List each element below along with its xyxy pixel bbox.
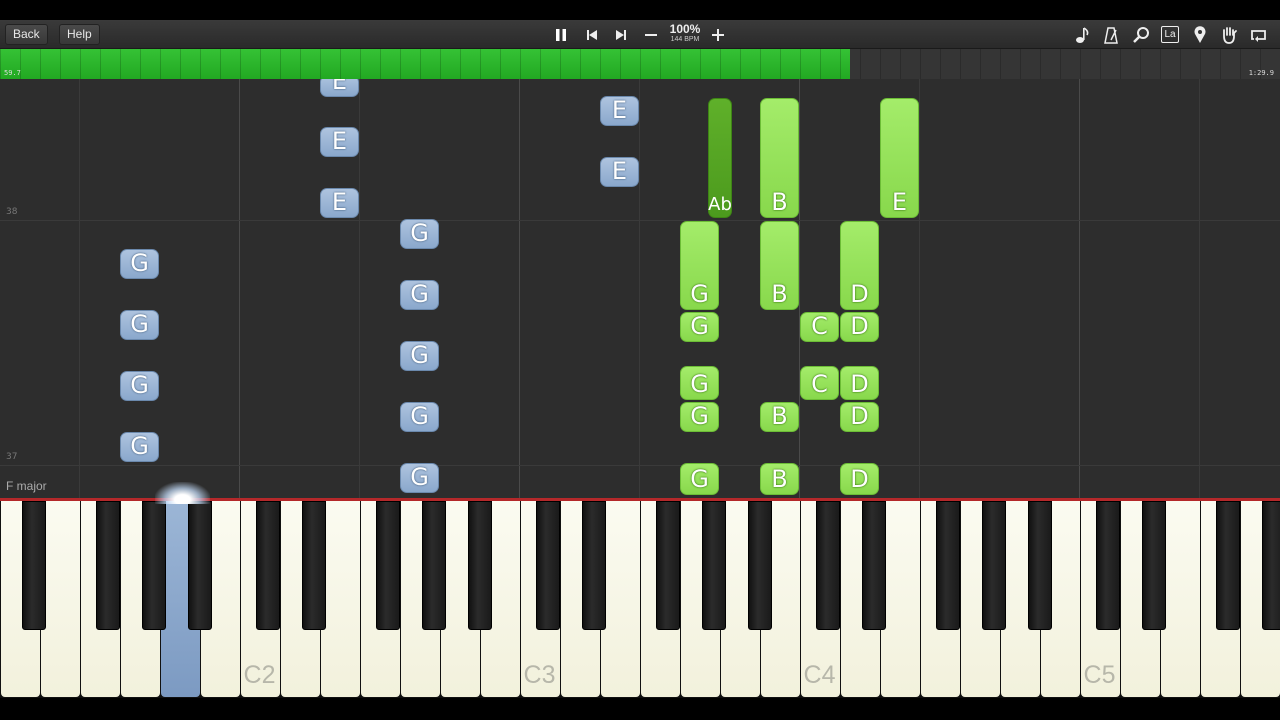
note-green: C bbox=[800, 312, 839, 342]
note-green: B bbox=[760, 463, 799, 495]
plus-icon[interactable] bbox=[707, 24, 729, 45]
note-green: G bbox=[680, 366, 719, 400]
tempo-percent: 100% bbox=[669, 22, 701, 36]
black-key[interactable] bbox=[1142, 501, 1166, 630]
black-key[interactable] bbox=[748, 501, 772, 630]
progress-bar[interactable]: 59.7 1:29.9 bbox=[0, 49, 1280, 79]
note-green: G bbox=[680, 463, 719, 495]
black-key[interactable] bbox=[422, 501, 446, 630]
search-icon[interactable] bbox=[1130, 24, 1152, 45]
note-black-key: Ab bbox=[708, 98, 732, 218]
note-blue: E bbox=[320, 127, 359, 157]
black-key[interactable] bbox=[376, 501, 400, 630]
total-time: 1:29.9 bbox=[1248, 69, 1274, 77]
back-button[interactable]: Back bbox=[5, 24, 48, 45]
white-key[interactable] bbox=[880, 501, 920, 697]
octave-label: C4 bbox=[803, 661, 836, 689]
note-green: D bbox=[840, 402, 879, 432]
white-key[interactable] bbox=[40, 501, 80, 697]
measure-number: 38 bbox=[6, 207, 18, 217]
note-blue: G bbox=[400, 280, 439, 310]
note-blue: G bbox=[400, 402, 439, 432]
black-key[interactable] bbox=[1028, 501, 1052, 630]
white-key[interactable] bbox=[1160, 501, 1200, 697]
black-key[interactable] bbox=[536, 501, 560, 630]
note-green: D bbox=[840, 221, 879, 310]
note-green: B bbox=[760, 221, 799, 310]
octave-label: C3 bbox=[523, 661, 556, 689]
note-green: D bbox=[840, 366, 879, 400]
piano-roll: 38 37 F major E E E E E G G G G G G G G … bbox=[0, 79, 1280, 498]
black-key[interactable] bbox=[1262, 501, 1280, 630]
note-blue: G bbox=[120, 371, 159, 401]
note-green: B bbox=[760, 402, 799, 432]
black-key[interactable] bbox=[936, 501, 960, 630]
note-green: G bbox=[680, 312, 719, 342]
piano-keyboard[interactable]: C2 C3 C4 C5 bbox=[0, 501, 1280, 698]
black-key[interactable] bbox=[582, 501, 606, 630]
loop-icon[interactable] bbox=[1248, 24, 1270, 45]
black-key[interactable] bbox=[1216, 501, 1240, 630]
measure-number: 37 bbox=[6, 452, 18, 462]
black-key[interactable] bbox=[702, 501, 726, 630]
toolbar: Back Help 100% 144 BPM La bbox=[0, 20, 1280, 49]
note-blue: E bbox=[320, 188, 359, 218]
hand-icon[interactable] bbox=[1218, 24, 1240, 45]
note-green: G bbox=[680, 221, 719, 310]
key-signature: F major bbox=[6, 479, 47, 493]
note-green: B bbox=[760, 98, 799, 218]
note-green: D bbox=[840, 312, 879, 342]
black-key[interactable] bbox=[862, 501, 886, 630]
progress-ticks bbox=[0, 49, 1280, 79]
note-blue: G bbox=[400, 219, 439, 249]
minus-icon[interactable] bbox=[640, 24, 662, 45]
black-key[interactable] bbox=[302, 501, 326, 630]
black-key[interactable] bbox=[982, 501, 1006, 630]
note-blue: G bbox=[120, 310, 159, 340]
help-button[interactable]: Help bbox=[59, 24, 100, 45]
tempo-display: 100% 144 BPM bbox=[665, 23, 705, 44]
skip-back-icon[interactable] bbox=[581, 24, 603, 45]
skip-forward-icon[interactable] bbox=[610, 24, 632, 45]
white-key[interactable] bbox=[600, 501, 640, 697]
note-green: C bbox=[800, 366, 839, 400]
note-blue: E bbox=[320, 79, 359, 97]
octave-label: C5 bbox=[1083, 661, 1116, 689]
black-key[interactable] bbox=[22, 501, 46, 630]
note-blue: G bbox=[120, 432, 159, 462]
note-blue: E bbox=[600, 157, 639, 187]
metronome-icon[interactable] bbox=[1100, 24, 1122, 45]
note-blue: G bbox=[120, 249, 159, 279]
note-blue: G bbox=[400, 341, 439, 371]
black-key[interactable] bbox=[142, 501, 166, 630]
tempo-bpm: 144 BPM bbox=[670, 36, 700, 43]
black-key[interactable] bbox=[96, 501, 120, 630]
map-pin-icon[interactable] bbox=[1189, 24, 1211, 45]
note-green: D bbox=[840, 463, 879, 495]
black-key[interactable] bbox=[816, 501, 840, 630]
note-blue: G bbox=[400, 463, 439, 493]
la-label-icon[interactable]: La bbox=[1159, 24, 1181, 45]
la-text: La bbox=[1161, 26, 1179, 43]
pause-icon[interactable] bbox=[550, 24, 572, 45]
note-blue: E bbox=[600, 96, 639, 126]
note-green: E bbox=[880, 98, 919, 218]
black-key[interactable] bbox=[188, 501, 212, 630]
black-key[interactable] bbox=[468, 501, 492, 630]
top-black-bar bbox=[0, 0, 1280, 20]
black-key[interactable] bbox=[656, 501, 680, 630]
black-key[interactable] bbox=[1096, 501, 1120, 630]
current-time: 59.7 bbox=[4, 69, 21, 77]
note-icon[interactable] bbox=[1071, 24, 1093, 45]
note-green: G bbox=[680, 402, 719, 432]
key-press-glow bbox=[155, 482, 210, 504]
white-key[interactable] bbox=[320, 501, 360, 697]
octave-label: C2 bbox=[243, 661, 276, 689]
black-key[interactable] bbox=[256, 501, 280, 630]
